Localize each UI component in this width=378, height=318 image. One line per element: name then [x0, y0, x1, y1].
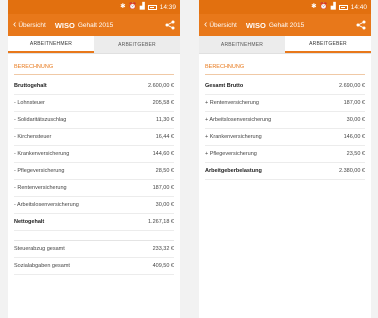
calculation-list: BERECHNUNG Bruttogehalt 2.600,00 € - Lohns…	[8, 54, 180, 275]
alarm-icon: ⏰	[319, 2, 328, 10]
calc-row-label: Nettogehalt	[14, 219, 45, 225]
calc-row-label: - Rentenversicherung	[14, 185, 67, 191]
status-bar: ✱ ⏰ ▟ 14:39	[8, 0, 180, 14]
calc-row: - Rentenversicherung 187,00 €	[14, 180, 174, 197]
calc-row: - Krankenversicherung 144,60 €	[14, 146, 174, 163]
signal-icon: ▟	[139, 2, 145, 10]
section-title: BERECHNUNG	[14, 64, 174, 75]
calc-row-label: + Arbeitslosenversicherung	[205, 117, 272, 123]
divider	[14, 231, 174, 241]
tab-arbeitgeber[interactable]: ARBEITGEBER	[285, 36, 371, 53]
calc-row: - Arbeitslosenversicherung 30,00 €	[14, 197, 174, 214]
back-label[interactable]: Übersicht	[209, 22, 236, 29]
app-subtitle: Gehalt 2015	[77, 21, 114, 29]
calc-row: Gesamt Brutto 2.690,00 €	[205, 78, 365, 95]
calc-row-value: 205,58 €	[152, 100, 174, 106]
status-time: 14:39	[159, 3, 176, 11]
battery-icon	[147, 4, 157, 10]
calc-row-value: 16,44 €	[155, 134, 174, 140]
calc-row-label: - Arbeitslosenversicherung	[14, 202, 79, 208]
tab-bar: ARBEITNEHMER ARBEITGEBER	[199, 36, 371, 54]
calc-row-value: 409,50 €	[152, 263, 174, 269]
tab-arbeitnehmer[interactable]: ARBEITNEHMER	[199, 36, 285, 53]
bluetooth-icon: ✱	[311, 2, 317, 10]
tab-arbeitnehmer[interactable]: ARBEITNEHMER	[8, 36, 94, 53]
calc-row-label: Gesamt Brutto	[205, 83, 244, 89]
calc-row-label: - Lohnsteuer	[14, 100, 45, 106]
tab-arbeitgeber[interactable]: ARBEITGEBER	[94, 36, 180, 53]
screen-arbeitnehmer: ✱ ⏰ ▟ 14:39 ‹ Übersicht WISO Gehalt 2015…	[8, 0, 180, 318]
calc-row-label: Arbeitgeberbelastung	[205, 168, 262, 174]
calc-row: + Arbeitslosenversicherung 30,00 €	[205, 112, 365, 129]
share-icon[interactable]	[165, 20, 175, 30]
back-chevron-icon[interactable]: ‹	[13, 20, 16, 30]
calc-row-value: 1.267,18 €	[148, 219, 174, 225]
calc-row-value: 28,50 €	[155, 168, 174, 174]
calc-row: + Krankenversicherung 146,00 €	[205, 129, 365, 146]
calc-row-label: - Krankenversicherung	[14, 151, 70, 157]
calc-row: Arbeitgeberbelastung 2.380,00 €	[205, 163, 365, 180]
calc-row: Nettogehalt 1.267,18 €	[14, 214, 174, 231]
calc-row-value: 11,30 €	[156, 117, 174, 123]
calc-row: + Rentenversicherung 187,00 €	[205, 95, 365, 112]
calc-row-label: - Solidaritätszuschlag	[14, 117, 67, 123]
calc-row-value: 23,50 €	[346, 151, 365, 157]
signal-icon: ▟	[330, 2, 336, 10]
calc-row-label: + Rentenversicherung	[205, 100, 259, 106]
calc-row: - Solidaritätszuschlag 11,30 €	[14, 112, 174, 129]
app-bar: ‹ Übersicht WISO Gehalt 2015	[199, 14, 371, 36]
screen-arbeitgeber: ✱ ⏰ ▟ 14:40 ‹ Übersicht WISO Gehalt 2015…	[199, 0, 371, 318]
calc-row-value: 187,00 €	[343, 100, 365, 106]
battery-icon	[338, 4, 348, 10]
bluetooth-icon: ✱	[120, 2, 126, 10]
calc-row-value: 2.690,00 €	[339, 83, 365, 89]
calc-row: Sozialabgaben gesamt 409,50 €	[14, 258, 174, 275]
calc-row-label: Steuerabzug gesamt	[14, 246, 65, 252]
calc-row-label: Sozialabgaben gesamt	[14, 263, 70, 269]
calc-row: - Lohnsteuer 205,58 €	[14, 95, 174, 112]
calc-row-label: - Pflegeversicherung	[14, 168, 65, 174]
calc-row-label: + Krankenversicherung	[205, 134, 262, 140]
tab-bar: ARBEITNEHMER ARBEITGEBER	[8, 36, 180, 54]
calc-row-value: 2.600,00 €	[148, 83, 174, 89]
status-time: 14:40	[350, 3, 367, 11]
app-bar: ‹ Übersicht WISO Gehalt 2015	[8, 14, 180, 36]
back-chevron-icon[interactable]: ‹	[204, 20, 207, 30]
back-label[interactable]: Übersicht	[18, 22, 45, 29]
calc-row-value: 146,00 €	[343, 134, 365, 140]
calc-row-value: 187,00 €	[152, 185, 174, 191]
calc-row-value: 30,00 €	[155, 202, 174, 208]
app-subtitle: Gehalt 2015	[268, 21, 305, 29]
calc-row: Steuerabzug gesamt 233,32 €	[14, 241, 174, 258]
calc-row-label: - Kirchensteuer	[14, 134, 52, 140]
share-icon[interactable]	[356, 20, 366, 30]
calc-row-value: 30,00 €	[346, 117, 365, 123]
calc-row-value: 144,60 €	[152, 151, 174, 157]
calc-row-value: 2.380,00 €	[339, 168, 365, 174]
calc-row: Bruttogehalt 2.600,00 €	[14, 78, 174, 95]
alarm-icon: ⏰	[128, 2, 137, 10]
calc-row-label: + Pflegeversicherung	[205, 151, 257, 157]
calc-row: - Pflegeversicherung 28,50 €	[14, 163, 174, 180]
section-title: BERECHNUNG	[205, 64, 365, 75]
calc-row-label: Bruttogehalt	[14, 83, 47, 89]
app-title: WISO	[54, 20, 75, 30]
calc-row: + Pflegeversicherung 23,50 €	[205, 146, 365, 163]
calc-row: - Kirchensteuer 16,44 €	[14, 129, 174, 146]
calc-row-value: 233,32 €	[152, 246, 174, 252]
app-title: WISO	[245, 20, 266, 30]
calculation-list: BERECHNUNG Gesamt Brutto 2.690,00 € + Rent…	[199, 54, 371, 180]
status-bar: ✱ ⏰ ▟ 14:40	[199, 0, 371, 14]
